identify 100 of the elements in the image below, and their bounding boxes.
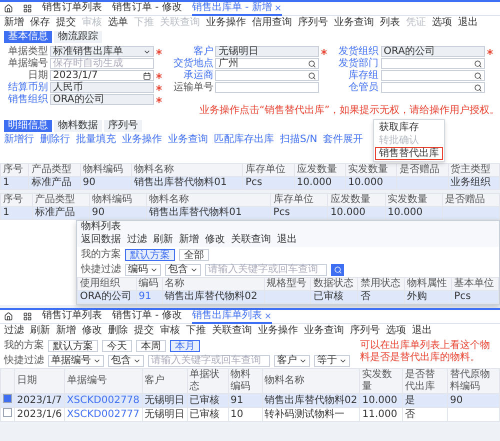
grid-icon[interactable] [23, 4, 32, 13]
input-field[interactable]: 人民币 [50, 82, 154, 93]
toolbar-button[interactable]: 业务操作 [206, 17, 246, 29]
scheme-chip[interactable]: 今天 [102, 340, 132, 352]
tab[interactable]: 明细信息 [4, 120, 52, 132]
toolbar-button[interactable]: 保存 [30, 17, 50, 29]
checkbox[interactable] [3, 394, 12, 403]
toolbar-button[interactable]: 业务查询 [334, 17, 374, 29]
tab[interactable]: 销售订单列表 [42, 310, 102, 324]
toolbar-button[interactable]: 下推 [186, 325, 206, 337]
toolbar-button[interactable]: 信用查询 [252, 17, 292, 29]
home-icon[interactable] [4, 4, 13, 13]
close-icon[interactable] [264, 312, 272, 320]
field-label[interactable]: 交货地点 [169, 58, 214, 70]
operator-select[interactable]: 包含 [165, 264, 201, 276]
table-row[interactable]: 1 标准产品 90 销售出库替代物料01 Pcs 10.000 10.000 [0, 206, 500, 220]
tab[interactable]: 物流跟踪 [54, 31, 102, 43]
toolbar-button[interactable]: 删除 [108, 325, 128, 337]
checkbox[interactable] [3, 408, 12, 417]
field-label[interactable]: 发货组织 [334, 46, 379, 58]
toolbar-button[interactable]: 套件展开 [323, 134, 364, 146]
toolbar-button[interactable]: 提交 [56, 17, 76, 29]
toolbar-button[interactable]: 业务查询 [168, 134, 208, 146]
tab[interactable]: 销售出库单列表 [192, 310, 272, 324]
toolbar-button[interactable]: 选项 [432, 17, 452, 29]
toolbar-button[interactable]: 序列号 [298, 17, 328, 29]
toolbar-button[interactable]: 选单 [108, 17, 128, 29]
toolbar-button[interactable]: 业务查询 [304, 325, 344, 337]
tab[interactable]: 销售订单 - 修改 [112, 2, 182, 16]
tab[interactable]: 销售订单列表 [42, 2, 102, 16]
toolbar-button[interactable]: 退出 [412, 325, 432, 337]
search-icon[interactable] [474, 84, 482, 92]
search-icon[interactable] [308, 60, 316, 68]
toolbar-button[interactable]: 刷新 [30, 325, 50, 337]
operator-select[interactable]: 等于 [314, 354, 350, 366]
tab[interactable]: 销售订单 - 修改 [112, 310, 182, 324]
toolbar-button[interactable]: 退出 [458, 17, 478, 29]
toolbar-button[interactable]: 返回数据 [81, 234, 121, 246]
toolbar-button[interactable]: 退出 [277, 234, 297, 246]
toolbar-button[interactable]: 选项 [386, 325, 406, 337]
scheme-chip[interactable]: 本月 [170, 340, 200, 352]
field-label[interactable]: 库存组 [334, 70, 379, 82]
toolbar-button[interactable]: 修改 [205, 234, 225, 246]
input-field[interactable] [215, 82, 320, 93]
input-field[interactable] [380, 82, 485, 93]
search-icon[interactable] [474, 60, 482, 68]
toolbar-button[interactable]: 审核 [160, 325, 180, 337]
toolbar-button[interactable]: 过滤 [4, 325, 24, 337]
toolbar-button[interactable]: 列表 [380, 17, 400, 29]
scheme-chip[interactable]: 本周 [136, 340, 166, 352]
input-field[interactable]: ORA的公司 [380, 46, 485, 57]
toolbar-button[interactable]: 过滤 [127, 234, 147, 246]
toolbar-button[interactable]: 扫描S/N [280, 134, 318, 146]
field-label[interactable]: 销售组织 [4, 94, 48, 106]
toolbar-button[interactable]: 新增 [4, 17, 24, 29]
tab[interactable]: 基本信息 [4, 31, 52, 43]
toolbar-button[interactable]: 提交 [134, 325, 154, 337]
search-icon[interactable] [474, 72, 482, 80]
toolbar-button[interactable]: 新增行 [4, 134, 34, 146]
scheme-chip[interactable]: 全部 [179, 248, 209, 260]
toolbar-button[interactable]: 关联查询 [212, 325, 252, 337]
toolbar-button[interactable]: 删除行 [40, 134, 70, 146]
input-field[interactable]: 2023/1/7 [50, 70, 154, 81]
grid-icon[interactable] [23, 312, 32, 321]
input-field[interactable]: ORA的公司 [50, 94, 154, 105]
toolbar-button[interactable]: 关联查询 [231, 234, 271, 246]
tab[interactable]: 销售出库单 - 新增 [192, 2, 282, 16]
search-button[interactable] [331, 264, 344, 276]
operator-select[interactable]: 包含 [108, 354, 144, 366]
close-icon[interactable] [274, 4, 282, 12]
field-label[interactable]: 客户 [169, 46, 214, 58]
input-field[interactable]: 广州 [215, 58, 320, 69]
field-label[interactable]: 承运商 [169, 70, 214, 82]
scheme-chip[interactable]: 默认方案 [48, 340, 98, 352]
scheme-chip[interactable]: 默认方案 [125, 248, 175, 260]
field-select[interactable]: 单据编号 [48, 354, 104, 366]
toolbar-button[interactable]: 批量填充 [76, 134, 116, 146]
menu-item[interactable]: 销售替代出库 [375, 147, 444, 160]
toolbar-button[interactable]: 刷新 [153, 234, 173, 246]
toolbar-button[interactable]: 新增 [56, 325, 76, 337]
field-label[interactable]: 发货部门 [334, 58, 379, 70]
field-select[interactable]: 编码 [125, 264, 161, 276]
toolbar-button[interactable]: 修改 [82, 325, 102, 337]
table-row[interactable]: 2023/1/7 XSCKD002778 无锡明日 已审核 91 销售出库替代物料02 10.000 是 90 [0, 394, 500, 408]
field-label[interactable]: 结算币别 [4, 82, 48, 94]
toolbar-button[interactable]: 序列号 [350, 325, 380, 337]
table-row[interactable]: 2023/1/6 XSCKD002777 无锡明日 已审核 10 转补码测试物料一 11.000 否 [0, 408, 500, 422]
input-field[interactable] [380, 70, 485, 81]
field-select[interactable]: 客户 [274, 354, 310, 366]
input-field[interactable]: 无锡明日 [215, 46, 320, 57]
toolbar-button[interactable]: 业务操作 [122, 134, 162, 146]
search-icon[interactable] [308, 72, 316, 80]
input-field[interactable] [380, 58, 485, 69]
input-field[interactable]: 标准销售出库单 [50, 46, 154, 57]
tab[interactable]: 物料数据 [54, 120, 102, 132]
toolbar-button[interactable]: 新增 [179, 234, 199, 246]
home-icon[interactable] [4, 312, 13, 321]
toolbar-button[interactable]: 业务操作 [258, 325, 298, 337]
table-row[interactable]: 1 标准产品 90 销售出库替代物料01 Pcs 10.000 10.000 业务组织 [0, 176, 500, 190]
input-field[interactable] [215, 70, 320, 81]
